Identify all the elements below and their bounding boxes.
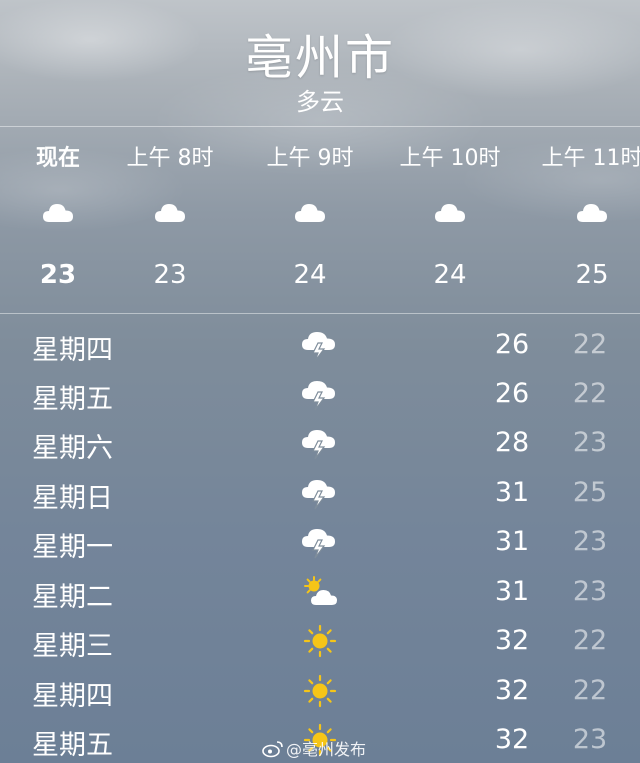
hour-item: 上午 8时 23	[100, 0, 240, 320]
thunderstorm-icon	[300, 426, 340, 460]
hour-temp: 24	[293, 260, 327, 290]
hour-item: 上午 11时 25	[522, 0, 640, 320]
high-temp: 31	[494, 576, 530, 607]
low-temp: 22	[572, 378, 608, 409]
cloud-icon	[433, 200, 467, 226]
high-temp: 32	[494, 724, 530, 755]
cloud-icon	[41, 200, 75, 226]
daily-row: 星期四 26 22	[0, 320, 640, 368]
day-name: 星期三	[32, 631, 113, 662]
day-name: 星期五	[32, 730, 113, 761]
low-temp: 22	[572, 675, 608, 706]
high-temp: 26	[494, 378, 530, 409]
high-temp: 31	[494, 477, 530, 508]
thunderstorm-icon	[300, 476, 340, 510]
thunderstorm-icon	[300, 377, 340, 411]
hour-temp: 25	[575, 260, 609, 290]
low-temp: 23	[572, 526, 608, 557]
daily-row: 星期三 32 22	[0, 616, 640, 664]
hour-label: 上午 8时	[126, 146, 214, 171]
daily-row: 星期一 31 23	[0, 517, 640, 565]
thunderstorm-icon	[300, 328, 340, 362]
cloud-icon	[153, 200, 187, 226]
hour-label: 上午 11时	[541, 146, 640, 171]
high-temp: 31	[494, 526, 530, 557]
thunderstorm-icon	[300, 525, 340, 559]
high-temp: 26	[494, 329, 530, 360]
hour-temp: 24	[433, 260, 467, 290]
daily-row: 星期四 32 22	[0, 666, 640, 714]
low-temp: 23	[572, 427, 608, 458]
high-temp: 32	[494, 675, 530, 706]
low-temp: 22	[572, 329, 608, 360]
hour-label: 上午 9时	[266, 146, 354, 171]
partly-sunny-icon	[300, 575, 340, 609]
sun-icon	[300, 674, 340, 708]
day-name: 星期日	[32, 483, 113, 514]
daily-row: 星期五 26 22	[0, 369, 640, 417]
low-temp: 23	[572, 724, 608, 755]
daily-row: 星期日 31 25	[0, 468, 640, 516]
hour-temp: 23	[153, 260, 187, 290]
daily-row: 星期六 28 23	[0, 418, 640, 466]
high-temp: 32	[494, 625, 530, 656]
hour-item: 上午 9时 24	[240, 0, 380, 320]
day-name: 星期六	[32, 433, 113, 464]
cloud-icon	[575, 200, 609, 226]
high-temp: 28	[494, 427, 530, 458]
cloud-icon	[293, 200, 327, 226]
day-name: 星期四	[32, 335, 113, 366]
weibo-icon	[262, 740, 284, 758]
day-name: 星期一	[32, 532, 113, 563]
hour-item: 上午 10时 24	[380, 0, 520, 320]
divider-bottom	[0, 313, 640, 314]
daily-row: 星期二 31 23	[0, 567, 640, 615]
hour-label: 上午 10时	[399, 146, 501, 171]
day-name: 星期二	[32, 582, 113, 613]
watermark: @亳州发布	[262, 736, 366, 760]
day-name: 星期五	[32, 384, 113, 415]
watermark-text: @亳州发布	[286, 740, 367, 759]
low-temp: 25	[572, 477, 608, 508]
low-temp: 22	[572, 625, 608, 656]
sun-icon	[300, 624, 340, 658]
low-temp: 23	[572, 576, 608, 607]
day-name: 星期四	[32, 681, 113, 712]
